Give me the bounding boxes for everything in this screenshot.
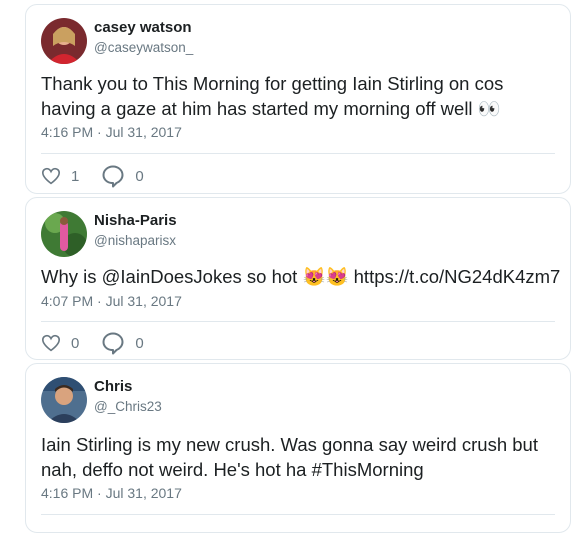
reply-count: 0	[135, 167, 144, 185]
avatar[interactable]	[41, 377, 87, 423]
avatar-image	[41, 211, 87, 257]
heart-outline-icon	[41, 334, 61, 352]
tweet-card[interactable]: Nisha-Paris @nishaparisx Why is @IainDoe…	[25, 197, 571, 360]
tweet-card[interactable]: Chris @_Chris23 Iain Stirling is my new …	[25, 363, 571, 533]
like-button[interactable]: 1	[41, 167, 79, 185]
tweet-actions: 1 0	[41, 164, 166, 188]
speech-bubble-icon	[102, 332, 124, 355]
tweet-text: Why is @IainDoesJokes so hot 😻😻 https://…	[41, 266, 561, 287]
tweet-timestamp[interactable]: 4:16 PM · Jul 31, 2017	[41, 485, 182, 501]
tweet-text: Thank you to This Morning for getting Ia…	[41, 73, 504, 119]
like-button[interactable]: 0	[41, 334, 79, 352]
tweet-timestamp[interactable]: 4:16 PM · Jul 31, 2017	[41, 124, 182, 140]
tweet-timestamp[interactable]: 4:07 PM · Jul 31, 2017	[41, 293, 182, 309]
divider	[41, 321, 555, 322]
tweet-card[interactable]: casey watson @caseywatson_ Thank you to …	[25, 4, 571, 194]
like-count: 0	[71, 334, 80, 352]
heart-outline-icon	[41, 167, 61, 185]
display-name[interactable]: Nisha-Paris	[94, 212, 177, 229]
display-name[interactable]: Chris	[94, 378, 132, 395]
tweet-actions: 0 0	[41, 331, 166, 355]
tweet-text: Iain Stirling is my new crush. Was gonna…	[41, 434, 538, 480]
user-handle[interactable]: @_Chris23	[94, 399, 162, 414]
user-handle[interactable]: @nishaparisx	[94, 233, 176, 248]
avatar[interactable]	[41, 211, 87, 257]
speech-bubble-icon	[102, 165, 124, 188]
avatar[interactable]	[41, 18, 87, 64]
avatar-image	[41, 377, 87, 423]
like-count: 1	[71, 167, 80, 185]
display-name[interactable]: casey watson	[94, 19, 192, 36]
reply-button[interactable]: 0	[101, 331, 144, 355]
divider	[41, 153, 555, 154]
reply-count: 0	[135, 334, 144, 352]
avatar-image	[41, 18, 87, 64]
reply-button[interactable]: 0	[101, 164, 144, 188]
user-handle[interactable]: @caseywatson_	[94, 40, 193, 55]
divider	[41, 514, 555, 515]
